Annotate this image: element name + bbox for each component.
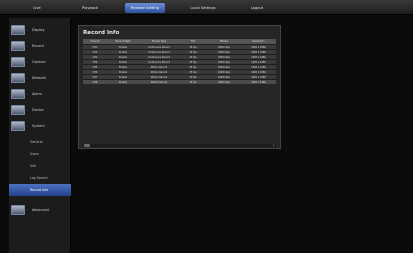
sidebar-item-label: Alarm bbox=[32, 92, 42, 96]
sidebar-item-capture[interactable]: Capture bbox=[9, 54, 71, 70]
sidebar: Display Record Capture Network Alarm Dev… bbox=[9, 18, 71, 253]
sidebar-subitem-label: Info bbox=[30, 164, 37, 168]
sidebar-subitem-log-search[interactable]: Log Search bbox=[9, 172, 71, 184]
sidebar-item-label: Network bbox=[32, 76, 47, 80]
sidebar-subitem-record-info[interactable]: Record Info bbox=[9, 184, 71, 196]
sidebar-item-label: Capture bbox=[32, 60, 46, 64]
sidebar-item-advanced[interactable]: Advanced bbox=[9, 202, 71, 218]
sidebar-item-label: Record bbox=[32, 44, 44, 48]
top-navigation: Live Playback Remote Setting Local Setti… bbox=[0, 0, 413, 15]
sidebar-subitem-users[interactable]: Users bbox=[9, 148, 71, 160]
tab-playback[interactable]: Playback bbox=[74, 3, 106, 13]
sidebar-subitem-info[interactable]: Info bbox=[9, 160, 71, 172]
table-row[interactable]: CH8 Enable Motion Record 25 fps 2048 kbp… bbox=[83, 79, 276, 84]
scroll-right-arrow-icon[interactable]: ▸ bbox=[272, 144, 276, 147]
sidebar-item-record[interactable]: Record bbox=[9, 38, 71, 54]
table-cell: 1920 x 1080 bbox=[251, 81, 266, 84]
sidebar-subitem-label: General bbox=[30, 140, 43, 144]
sidebar-subitem-label: Record Info bbox=[30, 188, 49, 192]
sidebar-subitem-general[interactable]: General bbox=[9, 136, 71, 148]
sidebar-item-label: Display bbox=[32, 28, 45, 32]
sidebar-subitem-label: Users bbox=[30, 152, 39, 156]
sidebar-item-alarm[interactable]: Alarm bbox=[9, 86, 71, 102]
system-icon bbox=[11, 121, 25, 131]
advanced-icon bbox=[11, 205, 25, 215]
table-cell: 25 fps bbox=[189, 81, 197, 84]
table-cell: 2048 kbps bbox=[217, 81, 231, 84]
tab-remote-setting[interactable]: Remote Setting bbox=[125, 3, 165, 13]
sidebar-subitem-label: Log Search bbox=[30, 176, 48, 180]
sidebar-item-device[interactable]: Device bbox=[9, 102, 71, 118]
tab-local-settings[interactable]: Local Settings bbox=[183, 3, 223, 13]
sidebar-item-network[interactable]: Network bbox=[9, 70, 71, 86]
sidebar-item-label: Advanced bbox=[32, 208, 49, 212]
sidebar-item-label: System bbox=[32, 124, 45, 128]
sidebar-item-display[interactable]: Display bbox=[9, 22, 71, 38]
table-cell: Motion Record bbox=[150, 81, 168, 84]
monitor-icon bbox=[11, 25, 25, 35]
tab-logout[interactable]: Logout bbox=[244, 3, 270, 13]
tab-live[interactable]: Live bbox=[24, 3, 50, 13]
table-cell: CH8 bbox=[92, 81, 98, 84]
table-cell: Enable bbox=[119, 81, 127, 84]
record-info-panel: Record Info Channel Record State Stream … bbox=[78, 25, 281, 149]
camera-icon bbox=[11, 57, 25, 67]
page-title: Record Info bbox=[83, 30, 120, 36]
scrollbar-thumb[interactable] bbox=[84, 144, 90, 147]
network-icon bbox=[11, 73, 25, 83]
sidebar-item-system[interactable]: System bbox=[9, 118, 71, 134]
sidebar-item-label: Device bbox=[32, 108, 44, 112]
device-icon bbox=[11, 105, 25, 115]
record-icon bbox=[11, 41, 25, 51]
horizontal-scrollbar[interactable]: ▸ bbox=[83, 144, 276, 147]
alarm-icon bbox=[11, 89, 25, 99]
